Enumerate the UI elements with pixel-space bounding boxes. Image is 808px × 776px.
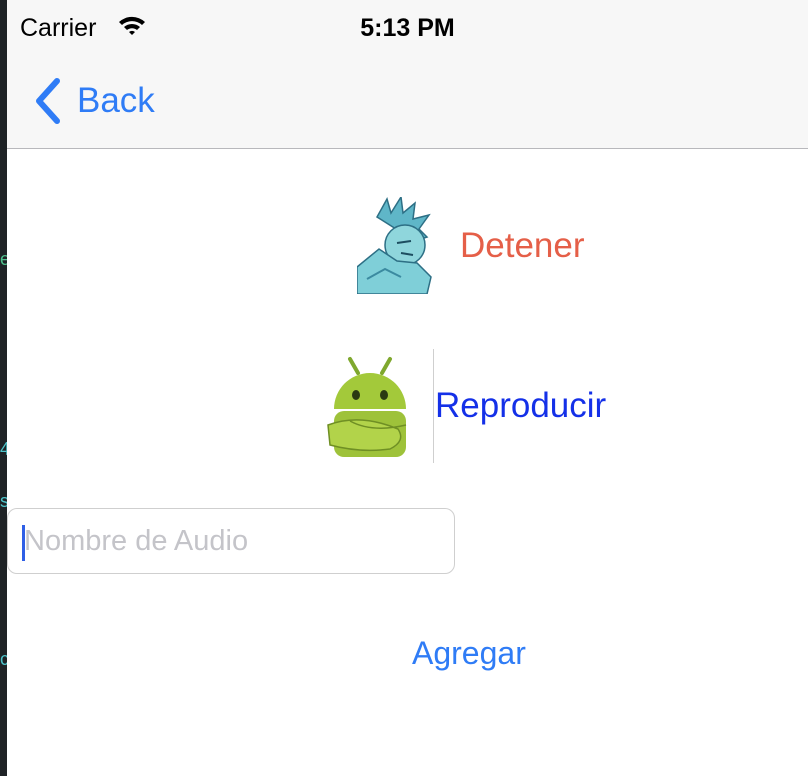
ice-character-image [357, 197, 433, 294]
status-bar: Carrier 5:13 PM [7, 0, 808, 56]
navigation-bar: Back [7, 56, 808, 149]
audio-name-field[interactable] [7, 508, 455, 574]
editor-glyph: 4 [0, 439, 11, 459]
stop-button[interactable]: Detener [357, 197, 585, 294]
editor-glyph: s [0, 491, 9, 511]
back-button[interactable]: Back [31, 76, 155, 126]
back-label: Back [77, 81, 155, 120]
phone-screen: Carrier 5:13 PM Back Detener Reproducir … [7, 0, 808, 776]
add-button[interactable]: Agregar [412, 635, 526, 672]
background-editor-strip: e 4 s c [0, 0, 11, 776]
editor-glyph: e [0, 249, 11, 269]
audio-name-input[interactable] [24, 509, 444, 573]
stop-label: Detener [460, 225, 585, 265]
play-label: Reproducir [435, 386, 607, 425]
status-time: 5:13 PM [360, 14, 455, 42]
play-button[interactable]: Reproducir [320, 349, 606, 463]
chevron-left-icon [36, 78, 60, 124]
editor-glyph: c [0, 649, 9, 669]
android-robot-image [320, 349, 434, 463]
